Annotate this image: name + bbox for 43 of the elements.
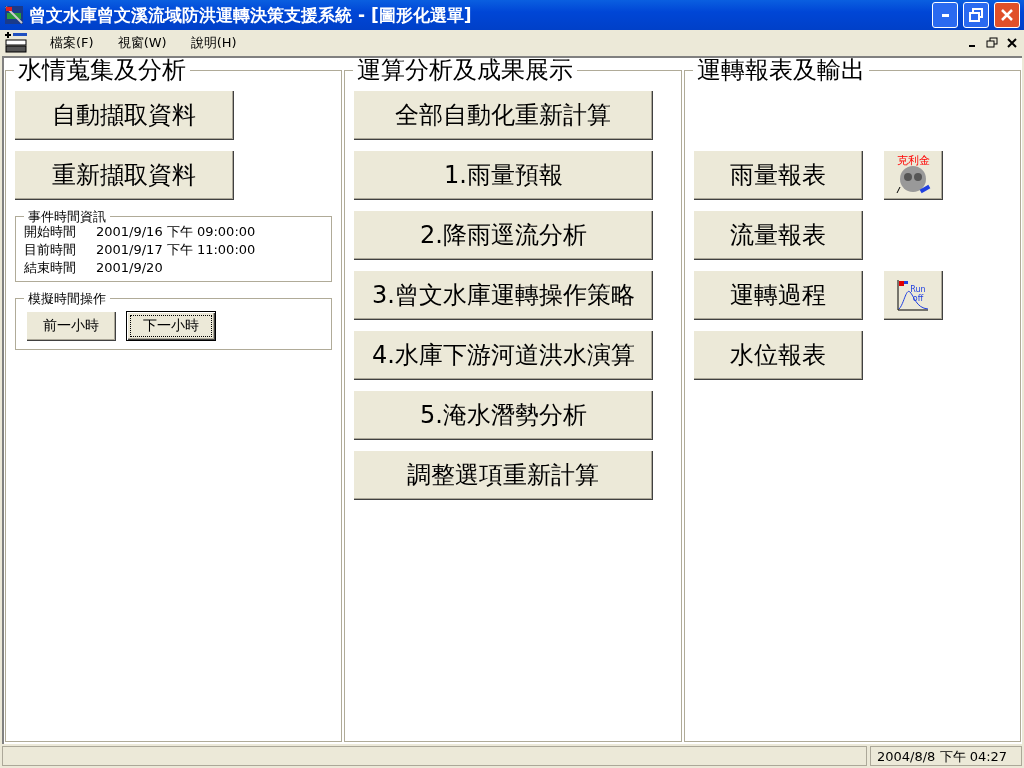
compute-button[interactable]: 全部自動化重新計算 bbox=[353, 90, 654, 140]
close-icon bbox=[1001, 9, 1013, 21]
hour-step-button[interactable]: 下一小時 bbox=[126, 311, 216, 341]
panel-title: 運算分析及成果展示 bbox=[357, 56, 574, 84]
restore-icon bbox=[984, 35, 1000, 51]
icon-label: 克利金 bbox=[896, 155, 930, 167]
runoff-button[interactable]: Run off bbox=[882, 270, 943, 320]
time-value: 2001/9/17 下午 11:00:00 bbox=[96, 241, 257, 259]
time-label: 目前時間 bbox=[24, 241, 76, 259]
report-button[interactable]: 流量報表 bbox=[692, 210, 863, 260]
menu-item[interactable]: 說明(H) bbox=[188, 34, 239, 52]
menu-item[interactable]: 檔案(F) bbox=[48, 34, 96, 52]
menu-item[interactable]: 視窗(W) bbox=[115, 34, 169, 52]
report-button[interactable]: 水位報表 bbox=[692, 330, 863, 380]
hour-step-button[interactable]: 前一小時 bbox=[26, 311, 116, 341]
time-label: 開始時間 bbox=[24, 223, 76, 241]
report-button[interactable]: 運轉過程 bbox=[692, 270, 863, 320]
compute-button[interactable]: 5.淹水潛勢分析 bbox=[353, 390, 654, 440]
app-icon bbox=[4, 5, 24, 25]
panel-title: 運轉報表及輸出 bbox=[696, 56, 865, 84]
compute-button[interactable]: 2.降雨逕流分析 bbox=[353, 210, 654, 260]
time-label: 結束時間 bbox=[24, 259, 76, 277]
restore-icon bbox=[969, 8, 983, 22]
minimize-icon bbox=[969, 45, 975, 47]
fetch-data-button[interactable]: 重新擷取資料 bbox=[14, 150, 234, 200]
compute-button[interactable]: 3.曾文水庫運轉操作策略 bbox=[353, 270, 654, 320]
close-button[interactable] bbox=[994, 2, 1020, 28]
minimize-icon bbox=[941, 13, 949, 17]
group-title: 模擬時間操作 bbox=[28, 291, 106, 306]
time-value: 2001/9/20 bbox=[96, 259, 164, 277]
compute-button[interactable]: 1.雨量預報 bbox=[353, 150, 654, 200]
status-time: 2004/8/8 下午 04:27 bbox=[870, 746, 1022, 766]
time-value: 2001/9/16 下午 09:00:00 bbox=[96, 223, 257, 241]
compute-button[interactable]: 調整選項重新計算 bbox=[353, 450, 654, 500]
window-title: 曾文水庫曾文溪流域防洪運轉決策支援系統 - [圖形化選單] bbox=[29, 3, 473, 27]
fetch-data-button[interactable]: 自動擷取資料 bbox=[14, 90, 234, 140]
minimize-button[interactable] bbox=[932, 2, 958, 28]
document-icon bbox=[4, 32, 28, 54]
group-title: 事件時間資訊 bbox=[28, 209, 106, 224]
compute-button[interactable]: 4.水庫下游河道洪水演算 bbox=[353, 330, 654, 380]
maximize-button[interactable] bbox=[963, 2, 989, 28]
report-button[interactable]: 雨量報表 bbox=[692, 150, 863, 200]
panel-title: 水情蒐集及分析 bbox=[18, 56, 186, 84]
